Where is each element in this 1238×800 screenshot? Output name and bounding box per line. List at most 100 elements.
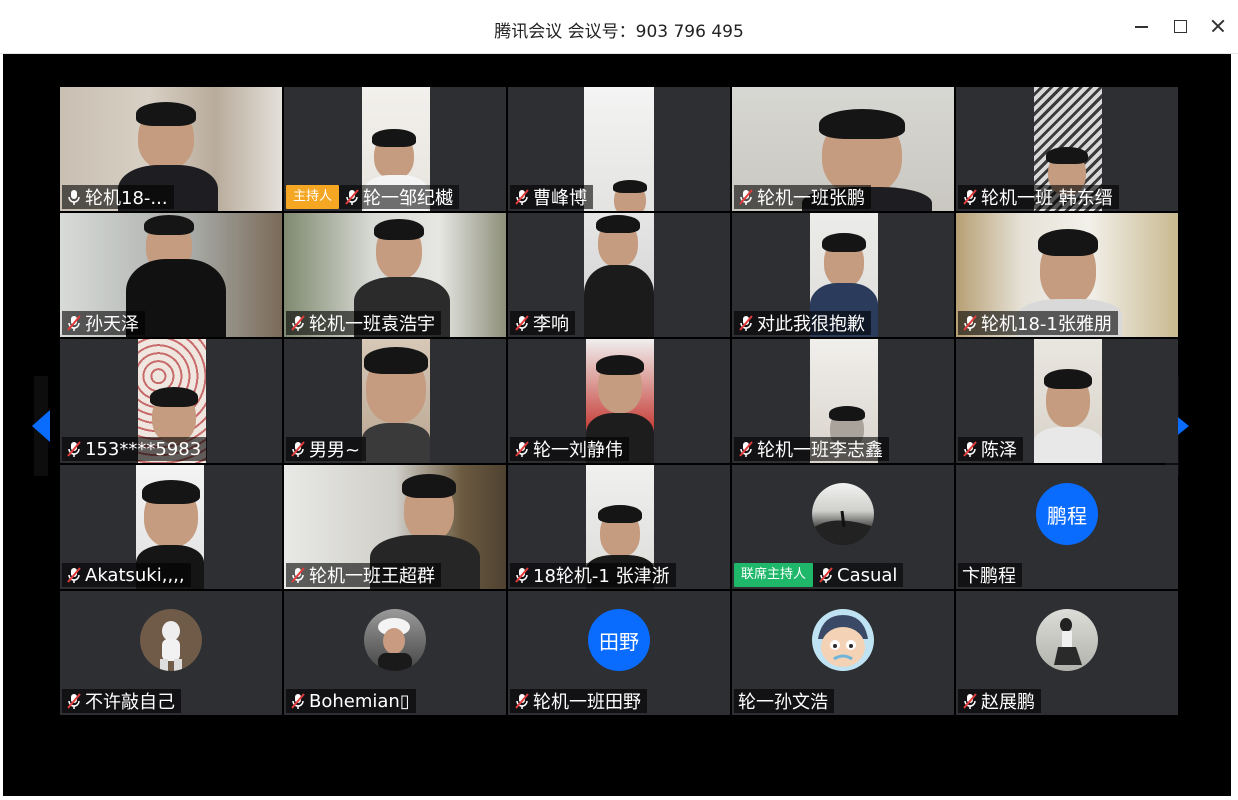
participant-label: 联席主持人 Casual	[734, 563, 904, 587]
mic-muted-icon	[513, 692, 531, 710]
maximize-icon[interactable]	[1168, 14, 1192, 38]
participant-label: 男男~	[286, 437, 367, 461]
participant-name: Casual	[837, 564, 898, 586]
mic-muted-icon	[65, 692, 83, 710]
participant-tile[interactable]: 轮机一班李志鑫	[732, 339, 954, 463]
participant-name: 轮机一班袁浩宇	[309, 314, 435, 335]
participant-name: Akatsuki,,,,	[85, 564, 185, 586]
participant-tile[interactable]: 轮一孙文浩	[732, 591, 954, 715]
participant-name: 轮机一班王超群	[309, 566, 435, 587]
participant-tile[interactable]: 鹏程 卞鹏程	[956, 465, 1178, 589]
participant-name: 轮机一班李志鑫	[757, 440, 883, 461]
participant-tile[interactable]: 陈泽	[956, 339, 1178, 463]
participant-name: 对此我很抱歉	[757, 314, 865, 335]
avatar-photo	[1054, 618, 1082, 665]
participant-label: 卞鹏程	[958, 563, 1022, 587]
mic-muted-icon	[961, 692, 979, 710]
participant-name: 轮机18-...	[85, 188, 168, 209]
participant-tile[interactable]: 孙天泽	[60, 213, 282, 337]
participant-tile[interactable]: 男男~	[284, 339, 506, 463]
video-feed	[362, 339, 430, 463]
participant-tile[interactable]: Bohemian▯	[284, 591, 506, 715]
participant-name: 轮一孙文浩	[738, 692, 828, 713]
mic-muted-icon	[65, 314, 83, 332]
participant-label: 轮机18-1张雅朋	[958, 311, 1118, 335]
mic-muted-icon	[961, 188, 979, 206]
participant-tile[interactable]: 轮机一班张鹏	[732, 87, 954, 211]
participant-tile[interactable]: 轮机一班袁浩宇	[284, 213, 506, 337]
participant-tile[interactable]: 18轮机-1 张津浙	[508, 465, 730, 589]
avatar-photo	[378, 618, 412, 671]
participant-label: 曹峰博	[510, 185, 593, 209]
participant-label: 对此我很抱歉	[734, 311, 871, 335]
mic-muted-icon	[343, 188, 361, 206]
participant-name: 18轮机-1 张津浙	[533, 566, 670, 587]
participant-label: 陈泽	[958, 437, 1023, 461]
participant-name: 轮机一班 韩东缙	[981, 188, 1113, 209]
minimize-icon[interactable]	[1130, 14, 1154, 38]
avatar: 鹏程	[1036, 483, 1098, 545]
mic-muted-icon	[737, 314, 755, 332]
mic-muted-icon	[289, 692, 307, 710]
video-stage: 轮机18-... 主持人 轮一邹纪樾 曹峰博 轮机一班张鹏 轮机一班 韩东缙 孙…	[3, 54, 1231, 796]
participant-name: 轮机一班张鹏	[757, 188, 865, 209]
participant-tile[interactable]: 曹峰博	[508, 87, 730, 211]
avatar-photo	[160, 621, 182, 671]
mic-muted-icon	[961, 440, 979, 458]
participant-label: 李响	[510, 311, 575, 335]
window-title: 腾讯会议 会议号：903 796 495	[494, 22, 744, 42]
participant-tile[interactable]: 主持人 轮一邹纪樾	[284, 87, 506, 211]
participant-tile[interactable]: Akatsuki,,,,	[60, 465, 282, 589]
mic-muted-icon	[289, 440, 307, 458]
participant-label: 不许敲自己	[62, 689, 181, 713]
video-feed	[1034, 339, 1102, 463]
title-bar: 腾讯会议 会议号：903 796 495	[0, 0, 1238, 54]
participant-tile[interactable]: 轮机一班王超群	[284, 465, 506, 589]
participant-label: 主持人 轮一邹纪樾	[286, 185, 460, 209]
participant-label: 孙天泽	[62, 311, 145, 335]
participant-label: 轮一孙文浩	[734, 689, 834, 713]
participant-label: 153****5983	[62, 437, 208, 461]
participant-label: Bohemian▯	[286, 689, 416, 713]
participant-tile[interactable]: 轮机18-1张雅朋	[956, 213, 1178, 337]
participant-tile[interactable]: 不许敲自己	[60, 591, 282, 715]
prev-page-button[interactable]	[32, 376, 50, 476]
participant-name: 轮一刘静伟	[533, 440, 623, 461]
participant-label: 18轮机-1 张津浙	[510, 563, 676, 587]
participant-tile[interactable]: 153****5983	[60, 339, 282, 463]
participant-name: 孙天泽	[85, 314, 139, 335]
participant-tile[interactable]: 赵展鹏	[956, 591, 1178, 715]
participant-tile[interactable]: 轮机一班 韩东缙	[956, 87, 1178, 211]
mic-muted-icon	[65, 566, 83, 584]
participant-name: 轮机18-1张雅朋	[981, 314, 1112, 335]
avatar	[1036, 609, 1098, 671]
participant-name: 轮一邹纪樾	[363, 188, 454, 209]
participant-grid: 轮机18-... 主持人 轮一邹纪樾 曹峰博 轮机一班张鹏 轮机一班 韩东缙 孙…	[60, 87, 1178, 716]
avatar	[812, 609, 874, 671]
participant-name: 153****5983	[85, 438, 202, 460]
participant-label: 轮一刘静伟	[510, 437, 629, 461]
avatar	[140, 609, 202, 671]
participant-tile[interactable]: 轮机18-...	[60, 87, 282, 211]
video-feed	[584, 87, 654, 211]
participant-tile[interactable]: 田野 轮机一班田野	[508, 591, 730, 715]
participant-tile[interactable]: 联席主持人 Casual	[732, 465, 954, 589]
avatar	[812, 483, 874, 545]
video-feed	[584, 213, 654, 337]
participant-name: 不许敲自己	[85, 692, 175, 713]
close-icon[interactable]	[1206, 14, 1230, 38]
avatar-photo	[812, 510, 874, 545]
participant-label: 轮机一班李志鑫	[734, 437, 889, 461]
participant-name: 陈泽	[981, 440, 1017, 461]
participant-tile[interactable]: 对此我很抱歉	[732, 213, 954, 337]
mic-muted-icon	[817, 566, 835, 584]
participant-name: 卞鹏程	[962, 566, 1016, 587]
participant-tile[interactable]: 轮一刘静伟	[508, 339, 730, 463]
mic-muted-icon	[513, 566, 531, 584]
avatar-photo	[818, 615, 868, 667]
participant-label: 轮机一班袁浩宇	[286, 311, 441, 335]
mic-muted-icon	[513, 440, 531, 458]
mic-on-icon	[65, 188, 83, 206]
participant-tile[interactable]: 李响	[508, 213, 730, 337]
mic-muted-icon	[65, 440, 83, 458]
